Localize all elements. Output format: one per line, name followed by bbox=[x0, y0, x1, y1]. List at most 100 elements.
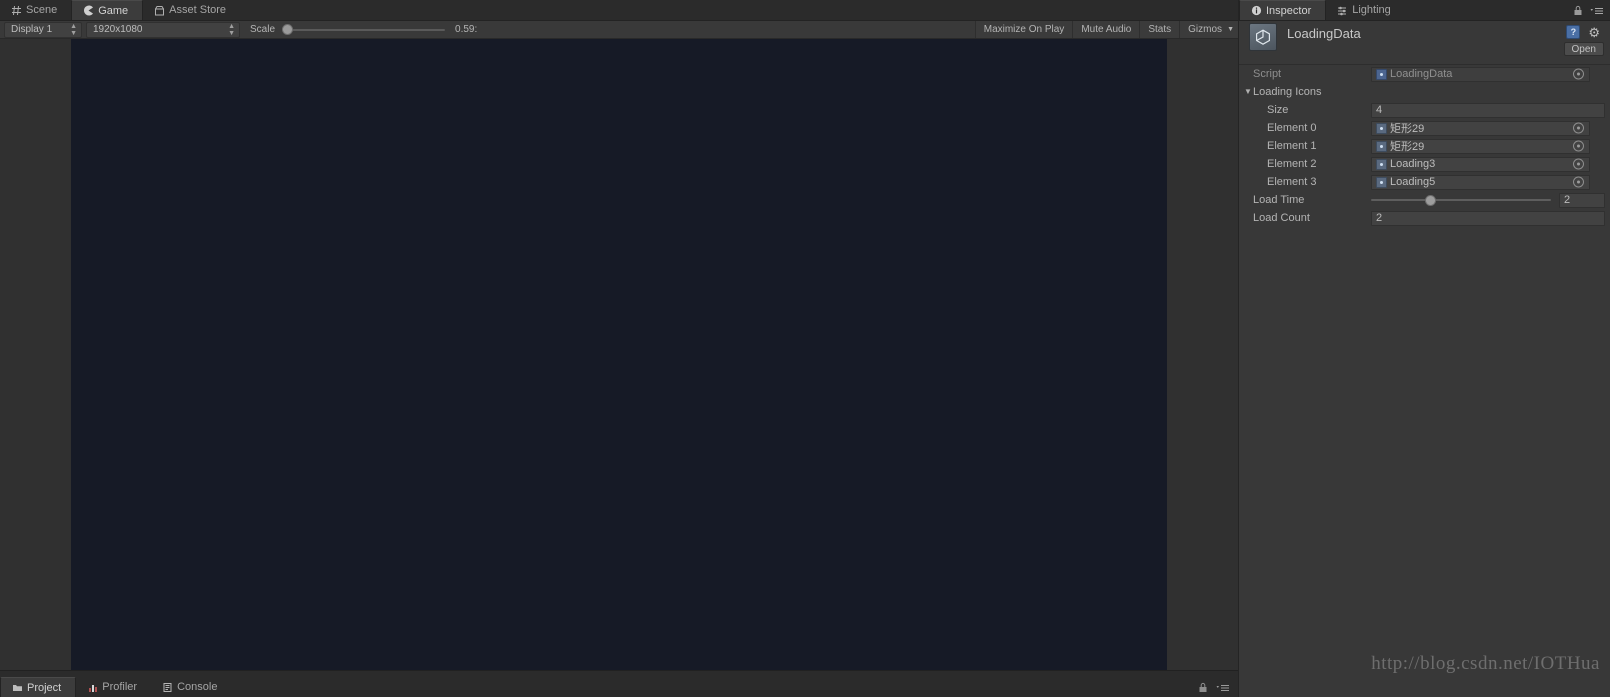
page-title: LoadingData bbox=[1287, 26, 1361, 41]
maximize-on-play-label: Maximize On Play bbox=[983, 24, 1065, 35]
game-view-area[interactable] bbox=[0, 39, 1238, 672]
inspector-properties: Script LoadingData ▼ Loading Icons Size bbox=[1239, 65, 1610, 227]
object-picker-icon[interactable] bbox=[1573, 176, 1584, 188]
foldout-arrow-icon[interactable]: ▼ bbox=[1244, 88, 1252, 96]
tab-inspector[interactable]: Inspector bbox=[1239, 0, 1327, 20]
help-icon[interactable]: ? bbox=[1566, 25, 1581, 39]
load-time-slider-track bbox=[1371, 199, 1551, 201]
lighting-sliders-icon bbox=[1336, 4, 1348, 16]
resolution-dropdown-value: 1920x1080 bbox=[93, 24, 143, 35]
tab-asset-store[interactable]: Asset Store bbox=[143, 0, 240, 20]
scale-value: 0.59: bbox=[455, 24, 478, 35]
script-label-col: Script bbox=[1239, 68, 1371, 80]
scale-slider[interactable] bbox=[281, 22, 446, 38]
tab-project-label: Project bbox=[27, 681, 62, 694]
game-toolbar-right-group: Maximize On Play Mute Audio Stats Gizmos… bbox=[974, 21, 1238, 39]
element-3-label-col: Element 3 bbox=[1239, 176, 1371, 188]
game-render-surface[interactable] bbox=[71, 39, 1167, 672]
object-picker-icon[interactable] bbox=[1573, 122, 1584, 134]
open-button[interactable]: Open bbox=[1563, 42, 1604, 56]
tab-scene-label: Scene bbox=[26, 4, 58, 16]
maximize-on-play-button[interactable]: Maximize On Play bbox=[974, 21, 1073, 38]
property-row-script: Script LoadingData bbox=[1239, 65, 1610, 83]
tab-console[interactable]: Console bbox=[151, 677, 231, 697]
load-count-value: 2 bbox=[1376, 212, 1383, 224]
unity-editor-window: Scene Game Asset Store Display 1 ▲ ▼ 192… bbox=[0, 0, 1610, 697]
script-label: Script bbox=[1253, 68, 1282, 80]
sprite-asset-icon bbox=[1376, 140, 1387, 152]
property-row-element-1: Element 1 矩形29 bbox=[1239, 137, 1610, 155]
game-dock: Scene Game Asset Store Display 1 ▲ ▼ 192… bbox=[0, 0, 1238, 697]
element-0-value: 矩形29 bbox=[1390, 123, 1425, 135]
object-picker-icon[interactable] bbox=[1573, 158, 1584, 170]
tab-scene[interactable]: Scene bbox=[0, 0, 71, 20]
load-time-label: Load Time bbox=[1253, 194, 1305, 206]
tab-asset-store-label: Asset Store bbox=[169, 4, 227, 16]
element-2-field[interactable]: Loading3 bbox=[1371, 156, 1590, 172]
element-3-value: Loading5 bbox=[1390, 176, 1436, 188]
gizmos-button[interactable]: Gizmos ▼ bbox=[1179, 21, 1238, 38]
inspector-tabbar-controls bbox=[1573, 5, 1610, 20]
tab-game[interactable]: Game bbox=[71, 0, 144, 20]
loading-icons-label-col: Loading Icons bbox=[1239, 86, 1371, 98]
tab-profiler[interactable]: Profiler bbox=[76, 677, 151, 697]
inspector-dock: Inspector Lighting LoadingData ? ⚙ Open … bbox=[1238, 0, 1610, 697]
size-input[interactable]: 4 bbox=[1371, 102, 1605, 118]
element-0-field[interactable]: 矩形29 bbox=[1371, 120, 1590, 136]
element-2-value: Loading3 bbox=[1390, 158, 1436, 170]
load-count-input[interactable]: 2 bbox=[1371, 210, 1605, 226]
element-2-label: Element 2 bbox=[1267, 158, 1317, 170]
chevron-down-icon: ▼ bbox=[1227, 26, 1234, 33]
size-value: 4 bbox=[1376, 104, 1383, 116]
watermark-text: http://blog.csdn.net/IOTHua bbox=[1371, 653, 1600, 674]
bottom-dock-tabbar: Project Profiler Console bbox=[0, 670, 1238, 697]
panel-menu-icon[interactable] bbox=[1590, 6, 1604, 16]
display-dropdown-value: Display 1 bbox=[11, 24, 53, 35]
size-label-col: Size bbox=[1239, 104, 1371, 116]
chevron-updown-icon: ▲ ▼ bbox=[70, 22, 77, 37]
object-picker-icon[interactable] bbox=[1573, 140, 1584, 152]
inspector-tabbar: Inspector Lighting bbox=[1239, 0, 1610, 21]
scene-grid-icon bbox=[10, 4, 22, 16]
script-field: LoadingData bbox=[1371, 66, 1590, 82]
element-1-label-col: Element 1 bbox=[1239, 140, 1371, 152]
property-row-loading-icons[interactable]: ▼ Loading Icons bbox=[1239, 83, 1610, 101]
script-value: LoadingData bbox=[1390, 68, 1453, 80]
load-time-input[interactable]: 2 bbox=[1559, 192, 1605, 208]
size-label: Size bbox=[1267, 104, 1289, 116]
load-time-slider-row: 2 bbox=[1371, 192, 1605, 208]
inspector-header-icons: ? ⚙ bbox=[1566, 25, 1600, 39]
load-count-label: Load Count bbox=[1253, 212, 1310, 224]
stats-button[interactable]: Stats bbox=[1139, 21, 1180, 38]
panel-menu-icon[interactable] bbox=[1216, 683, 1230, 693]
bottom-dock-controls bbox=[1198, 682, 1238, 697]
lock-icon[interactable] bbox=[1198, 682, 1208, 693]
game-pacman-icon bbox=[82, 5, 94, 17]
scale-slider-track bbox=[289, 28, 446, 31]
property-row-element-2: Element 2 Loading3 bbox=[1239, 155, 1610, 173]
resolution-dropdown[interactable]: 1920x1080 ▲ ▼ bbox=[86, 21, 240, 38]
load-time-value: 2 bbox=[1564, 194, 1571, 206]
property-row-size: Size 4 bbox=[1239, 101, 1610, 119]
element-1-field[interactable]: 矩形29 bbox=[1371, 138, 1590, 154]
load-time-slider-knob[interactable] bbox=[1425, 194, 1437, 206]
object-picker-icon[interactable] bbox=[1573, 68, 1584, 80]
tab-lighting-label: Lighting bbox=[1352, 4, 1391, 16]
lock-icon[interactable] bbox=[1573, 5, 1583, 16]
scale-slider-knob[interactable] bbox=[282, 24, 294, 35]
display-dropdown[interactable]: Display 1 ▲ ▼ bbox=[4, 21, 82, 38]
element-2-label-col: Element 2 bbox=[1239, 158, 1371, 170]
tab-project[interactable]: Project bbox=[0, 677, 77, 697]
element-3-label: Element 3 bbox=[1267, 176, 1317, 188]
tab-lighting[interactable]: Lighting bbox=[1326, 0, 1405, 20]
property-row-element-0: Element 0 矩形29 bbox=[1239, 119, 1610, 137]
load-time-slider[interactable] bbox=[1371, 193, 1551, 207]
gear-icon[interactable]: ⚙ bbox=[1588, 26, 1600, 39]
script-asset-icon bbox=[1376, 68, 1387, 80]
profiler-icon bbox=[86, 681, 98, 693]
sprite-asset-icon bbox=[1376, 122, 1387, 134]
mute-audio-button[interactable]: Mute Audio bbox=[1072, 21, 1140, 38]
gizmos-label: Gizmos bbox=[1188, 24, 1223, 35]
element-3-field[interactable]: Loading5 bbox=[1371, 174, 1590, 190]
element-0-label-col: Element 0 bbox=[1239, 122, 1371, 134]
